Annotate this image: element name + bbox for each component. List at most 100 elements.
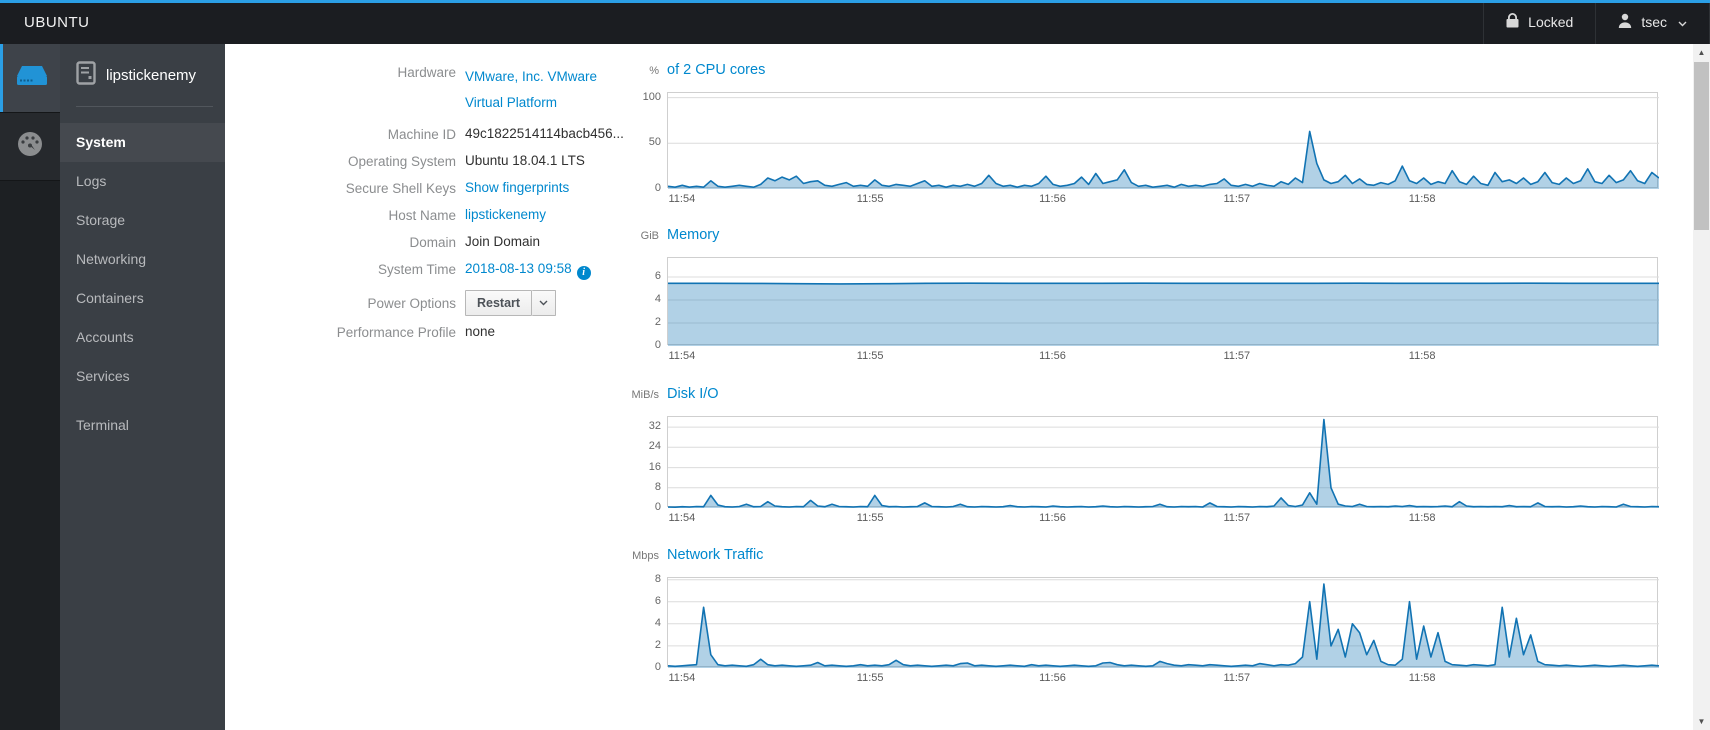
cpu-area-series xyxy=(668,97,1659,189)
host-name-link[interactable]: lipstickenemy xyxy=(465,207,546,222)
x-tick-label: 11:54 xyxy=(668,512,696,524)
x-tick-label: 11:56 xyxy=(1039,672,1066,684)
x-tick-label: 11:55 xyxy=(856,350,884,362)
memory-chart-title-link[interactable]: Memory xyxy=(667,227,1660,243)
locked-label: Locked xyxy=(1528,14,1574,30)
chevron-down-icon xyxy=(539,300,548,306)
network-traffic-chart: Mbps Network Traffic 02468 11:54 11:55 11:… xyxy=(587,547,1660,688)
sidebar-item-accounts[interactable]: Accounts xyxy=(60,318,225,357)
sidebar-item-services[interactable]: Services xyxy=(60,357,225,396)
system-time-link[interactable]: 2018-08-13 09:58 xyxy=(465,261,572,276)
hardware-line-1: VMware, Inc. VMware xyxy=(465,69,598,84)
vertical-scrollbar[interactable]: ▲ ▼ xyxy=(1693,44,1710,730)
secondary-menu: Terminal xyxy=(60,406,225,445)
hardware-link[interactable]: VMware, Inc. VMware Virtual Platform xyxy=(465,64,597,116)
y-tick-label: 6 xyxy=(654,594,661,607)
sidebar-item-terminal[interactable]: Terminal xyxy=(60,406,225,445)
x-tick-label: 11:57 xyxy=(1223,193,1251,205)
hardware-line-2: Virtual Platform xyxy=(465,95,558,110)
topbar: UBUNTU Locked tsec xyxy=(0,0,1710,44)
x-tick-label: 11:58 xyxy=(1408,350,1436,362)
x-tick-label: 11:58 xyxy=(1408,193,1436,205)
network-x-axis: 11:54 11:55 11:56 11:57 11:58 xyxy=(667,672,1658,688)
disk-plot-area xyxy=(667,416,1659,508)
host-selector[interactable]: lipstickenemy xyxy=(60,44,225,106)
x-tick-label: 11:57 xyxy=(1223,512,1251,524)
x-tick-label: 11:54 xyxy=(668,672,696,684)
memory-area-series xyxy=(668,276,1659,346)
y-tick-label: 2 xyxy=(654,315,661,328)
y-tick-label: 4 xyxy=(654,616,661,629)
sidebar-item-system[interactable]: System xyxy=(60,123,225,162)
memory-unit-label: GiB xyxy=(640,230,659,242)
system-info-panel: Hardware VMware, Inc. VMware Virtual Pla… xyxy=(285,64,624,351)
user-menu-button[interactable]: tsec xyxy=(1595,0,1710,44)
info-row-ssh-keys: Secure Shell Keys Show fingerprints xyxy=(285,180,615,197)
sidebar: lipstickenemy System Logs Storage Networ… xyxy=(0,44,225,730)
cpu-unit-label: % xyxy=(649,65,659,77)
brand-label: UBUNTU xyxy=(24,13,90,31)
info-label: Domain xyxy=(409,235,456,250)
network-plot-area xyxy=(667,577,1659,668)
join-domain-value[interactable]: Join Domain xyxy=(465,234,540,249)
sidebar-item-logs[interactable]: Logs xyxy=(60,162,225,201)
info-row-host-name: Host Name lipstickenemy xyxy=(285,207,615,224)
sidebar-item-networking[interactable]: Networking xyxy=(60,240,225,279)
y-tick-label: 0 xyxy=(654,501,661,513)
y-tick-label: 2 xyxy=(654,638,661,651)
scroll-down-icon[interactable]: ▼ xyxy=(1693,713,1710,730)
sidebar-item-machine[interactable] xyxy=(0,44,60,112)
power-options-dropdown-button[interactable] xyxy=(532,290,557,316)
scroll-up-icon[interactable]: ▲ xyxy=(1693,44,1710,61)
memory-usage-chart: GiB Memory 0246 11:54 11:55 11:56 11:57 11:5… xyxy=(587,227,1660,366)
cpu-plot-area xyxy=(667,92,1659,189)
x-tick-label: 11:57 xyxy=(1223,350,1251,362)
cpu-y-axis: 0 50 100 xyxy=(587,90,667,194)
disk-unit-label: MiB/s xyxy=(631,389,660,401)
info-label: Hardware xyxy=(397,65,456,80)
x-tick-label: 11:58 xyxy=(1408,672,1436,684)
x-tick-label: 11:57 xyxy=(1223,672,1251,684)
y-tick-label: 8 xyxy=(654,572,661,585)
x-tick-label: 11:56 xyxy=(1039,512,1066,524)
main-content: Hardware VMware, Inc. VMware Virtual Pla… xyxy=(225,44,1693,730)
top-accent-bar xyxy=(0,0,1710,3)
scrollbar-thumb[interactable] xyxy=(1694,62,1709,230)
y-tick-label: 16 xyxy=(648,460,661,473)
sidebar-item-containers[interactable]: Containers xyxy=(60,279,225,318)
disk-chart-title-link[interactable]: Disk I/O xyxy=(667,386,1660,402)
show-fingerprints-link[interactable]: Show fingerprints xyxy=(465,180,569,195)
network-area-series xyxy=(668,579,1659,668)
host-machine-icon xyxy=(76,61,96,89)
info-row-hardware: Hardware VMware, Inc. VMware Virtual Pla… xyxy=(285,64,615,116)
memory-x-axis: 11:54 11:55 11:56 11:57 11:58 xyxy=(667,350,1658,366)
info-row-os: Operating System Ubuntu 18.04.1 LTS xyxy=(285,153,615,170)
info-row-domain: Domain Join Domain xyxy=(285,234,615,251)
sidebar-item-storage[interactable]: Storage xyxy=(60,201,225,240)
cpu-chart-title-link[interactable]: of 2 CPU cores xyxy=(667,62,1660,78)
x-tick-label: 11:58 xyxy=(1408,512,1436,524)
info-row-power-options: Power Options Restart xyxy=(285,290,615,316)
info-label: System Time xyxy=(377,262,456,277)
os-value: Ubuntu 18.04.1 LTS xyxy=(465,153,585,168)
restart-button[interactable]: Restart xyxy=(465,290,533,316)
x-tick-label: 11:54 xyxy=(668,193,696,205)
disk-area-series xyxy=(668,418,1659,508)
network-y-axis: 0 2 4 6 8 xyxy=(587,573,667,673)
y-tick-label: 50 xyxy=(648,136,661,149)
info-label: Performance Profile xyxy=(336,325,456,340)
disk-y-axis: 0 8 16 24 32 xyxy=(587,416,667,513)
y-tick-label: 8 xyxy=(654,480,661,493)
y-tick-label: 0 xyxy=(654,339,661,351)
performance-profile-value: none xyxy=(465,324,496,339)
x-tick-label: 11:56 xyxy=(1039,350,1066,362)
host-name-label: lipstickenemy xyxy=(106,66,197,84)
y-tick-label: 100 xyxy=(642,90,661,103)
cpu-x-axis: 11:54 11:55 11:56 11:57 11:58 xyxy=(667,193,1658,209)
info-label: Secure Shell Keys xyxy=(345,181,456,196)
sidebar-item-dashboard[interactable] xyxy=(0,112,60,181)
cpu-usage-chart: % of 2 CPU cores 0 50 100 11:54 11:55 11:56 1… xyxy=(587,62,1660,209)
dashboard-gauge-icon xyxy=(17,131,43,162)
locked-button[interactable]: Locked xyxy=(1483,0,1595,44)
network-chart-title-link[interactable]: Network Traffic xyxy=(667,547,1660,563)
